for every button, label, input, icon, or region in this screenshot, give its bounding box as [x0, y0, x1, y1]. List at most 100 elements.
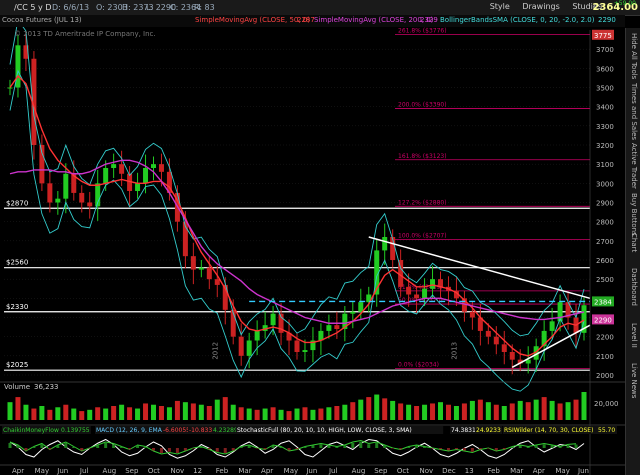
- candle-body: [158, 164, 164, 172]
- macd-histogram-bar: [152, 448, 155, 451]
- volume-bar: [422, 404, 428, 420]
- macd-histogram-bar: [167, 448, 171, 452]
- volume-bar: [278, 409, 284, 420]
- macd-histogram-bar: [40, 444, 44, 448]
- candle-body: [270, 313, 276, 326]
- sma50-legend[interactable]: SimpleMovingAvg (CLOSE, 50, 0): [195, 16, 310, 24]
- fib-label: 127.2% ($2880): [398, 199, 447, 206]
- macd-histogram-bar: [144, 446, 148, 448]
- sidebar-tab-active-trader[interactable]: Active Trader: [628, 143, 638, 189]
- candle-body: [190, 256, 196, 270]
- volume-bar: [485, 402, 491, 420]
- volume-bar: [158, 406, 164, 420]
- style-button[interactable]: Style: [490, 2, 510, 11]
- time-tick-label: Oct: [397, 467, 409, 475]
- volume-bar: [549, 400, 555, 420]
- chart-canvas[interactable]: 261.8% ($3776) 200.0% ($3390) 161.8% ($312…: [0, 0, 640, 475]
- volume-bar: [254, 409, 260, 420]
- candle-body: [422, 288, 428, 299]
- price-tick-label: 2600: [596, 257, 614, 265]
- sidebar-tab-times-and-sales[interactable]: Times and Sales: [628, 83, 638, 140]
- macd-histogram-bar: [327, 445, 331, 448]
- macd-histogram-bar: [104, 443, 108, 448]
- macd-histogram-bar: [96, 445, 100, 448]
- fib-label: 0.0% ($2034): [398, 361, 439, 368]
- macd-histogram-bar: [343, 445, 347, 448]
- volume-bar: [445, 404, 451, 420]
- volume-bar: [222, 397, 228, 420]
- price-tick-label: 2700: [596, 238, 614, 246]
- time-tick-label: 12: [193, 467, 202, 475]
- macd-histogram-bar: [159, 448, 163, 453]
- toolbar-actions: Style Drawings Studies: [480, 2, 602, 11]
- macd-histogram-bar: [128, 448, 132, 450]
- candle-body: [143, 168, 149, 184]
- time-tick-label: Jun: [577, 467, 589, 475]
- volume-bar: [350, 402, 356, 420]
- volume-bar: [95, 407, 101, 420]
- volume-bar: [525, 402, 531, 420]
- price-tick-label: 2500: [596, 276, 614, 284]
- macd-histogram-bar: [375, 443, 379, 448]
- macd-histogram-bar: [80, 448, 84, 451]
- price-marker-label: 3775: [594, 32, 612, 40]
- ohlc-date: D: 6/6/13: [52, 3, 90, 12]
- volume-bar: [398, 403, 404, 420]
- time-tick-label: Sep: [125, 467, 139, 475]
- level-label: $2330: [6, 303, 28, 311]
- time-tick-label: Apr: [261, 467, 273, 475]
- time-tick-label: 13: [465, 467, 474, 475]
- macd-histogram-bar: [526, 446, 530, 448]
- macd-histogram-bar: [542, 444, 546, 448]
- sidebar-tab-hide-all-tools[interactable]: Hide All Tools: [628, 33, 638, 79]
- volume-bar: [541, 397, 547, 420]
- sma200-legend[interactable]: SimpleMovingAvg (CLOSE, 200, 0): [314, 16, 433, 24]
- sidebar-tab-buy-buttons[interactable]: Buy Buttons: [628, 193, 638, 236]
- volume-bar: [438, 402, 443, 420]
- macd-histogram-bar: [502, 448, 506, 450]
- time-tick-label: Mar: [510, 467, 523, 475]
- price-tick-label: 3300: [596, 123, 614, 131]
- volume-value: 36,233: [34, 383, 59, 391]
- volume-bar: [270, 407, 276, 420]
- drawings-button[interactable]: Drawings: [522, 2, 559, 11]
- fib-label: 261.8% ($3776): [398, 28, 447, 35]
- volume-bar: [326, 407, 332, 420]
- bollinger-value: 2290: [598, 16, 616, 24]
- indicator-legend-label: RSIWilder (14, 70, 30, CLOSE): [504, 427, 593, 434]
- volume-bar: [334, 406, 340, 420]
- description-label: Cocoa Futures (JUL 13): [2, 16, 82, 24]
- volume-bar: [286, 411, 292, 420]
- volume-bar: [414, 406, 420, 420]
- volume-bar: [111, 406, 117, 420]
- macd-histogram-bar: [391, 448, 395, 449]
- macd-histogram-bar: [8, 443, 12, 448]
- candle-body: [430, 279, 436, 289]
- candle-body: [414, 294, 420, 299]
- macd-histogram-bar: [88, 448, 92, 449]
- macd-histogram-bar: [335, 446, 339, 448]
- volume-bar: [246, 408, 252, 420]
- time-tick-label: Feb: [216, 467, 229, 475]
- sidebar-tab-dashboard[interactable]: Dashboard: [628, 268, 638, 306]
- price-tick-label: 3500: [596, 85, 614, 93]
- symbol-label[interactable]: /CC 5 y D: [14, 3, 51, 12]
- volume-bar: [294, 408, 300, 420]
- indicator-legend-label: 4.23289: [213, 427, 238, 434]
- bollinger-legend[interactable]: BollingerBandsSMA (CLOSE, 0, 20, -2.0, 2…: [440, 16, 594, 24]
- candle-body: [302, 350, 308, 352]
- sidebar-tab-level-ii[interactable]: Level II: [628, 323, 638, 348]
- price-tick-label: 2000: [596, 372, 614, 380]
- sidebar-tab-chart[interactable]: Chart: [628, 233, 638, 252]
- macd-histogram-bar: [534, 445, 538, 448]
- volume-bar: [135, 408, 141, 420]
- sidebar-tab-live-news[interactable]: Live News: [628, 363, 638, 398]
- volume-bar: [190, 403, 196, 420]
- candle-body: [79, 192, 85, 203]
- time-tick-label: Nov: [170, 467, 184, 475]
- candle-body: [206, 267, 212, 280]
- volume-bar: [342, 404, 348, 420]
- volume-bar: [461, 403, 467, 420]
- time-tick-label: Jun: [56, 467, 68, 475]
- time-tick-label: Oct: [148, 467, 160, 475]
